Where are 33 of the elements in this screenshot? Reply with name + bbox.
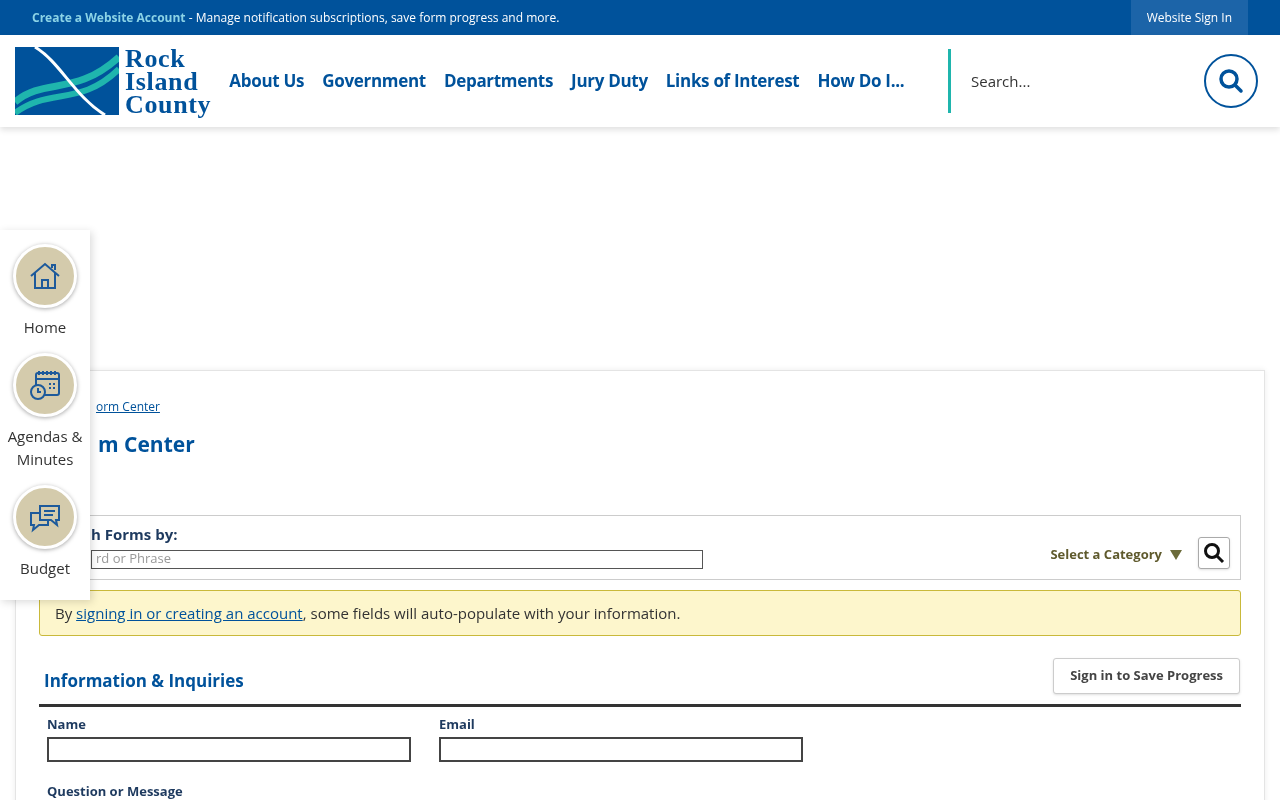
- save-progress-button[interactable]: Sign in to Save Progress: [1053, 657, 1240, 694]
- quick-link[interactable]: Home: [0, 244, 90, 339]
- county-name: Rock Island County: [125, 46, 212, 116]
- category-dropdown[interactable]: Select a Category: [1050, 545, 1182, 565]
- text-field[interactable]: [439, 737, 803, 762]
- caret-icon: [1170, 549, 1182, 560]
- sign-in-notice: By signing in or creating an account, some fields will auto-populate with your information.: [39, 589, 1241, 636]
- quick-link[interactable]: Agendas & Minutes: [0, 353, 90, 471]
- field-label: Email: [439, 714, 476, 734]
- keyword-field[interactable]: rd or Phrase: [91, 549, 703, 569]
- create-account-link[interactable]: Create a Website Account: [32, 8, 186, 26]
- nav-link[interactable]: How Do I...: [817, 68, 905, 94]
- form-title: Information & Inquiries: [44, 668, 244, 694]
- search-field[interactable]: Search...: [971, 69, 1196, 93]
- search-forms-label: h Forms by:: [91, 523, 179, 546]
- sign-in-link[interactable]: signing in or creating an account: [76, 602, 303, 623]
- nav-link[interactable]: Links of Interest: [665, 68, 800, 94]
- search-icon[interactable]: [1204, 54, 1258, 108]
- page-title: m Center: [98, 429, 195, 460]
- quick-link[interactable]: Budget: [0, 485, 90, 580]
- field-label: Question or Message: [47, 782, 183, 800]
- logo-icon[interactable]: [15, 47, 119, 115]
- breadcrumb-link[interactable]: orm Center: [96, 398, 160, 415]
- nav-link[interactable]: About Us: [229, 68, 305, 94]
- calendar-clock-icon: [28, 368, 62, 402]
- top-bar-message: Create a Website Account - Manage notification subscriptions, save form progress and more.: [32, 8, 560, 27]
- nav-link[interactable]: Jury Duty: [571, 68, 648, 94]
- text-field[interactable]: [47, 737, 411, 762]
- website-sign-in-button[interactable]: Website Sign In: [1130, 0, 1248, 35]
- search-icon[interactable]: [1198, 536, 1230, 569]
- nav-link[interactable]: Departments: [443, 68, 554, 94]
- nav-link[interactable]: Government: [322, 68, 426, 94]
- field-label: Name: [47, 714, 87, 734]
